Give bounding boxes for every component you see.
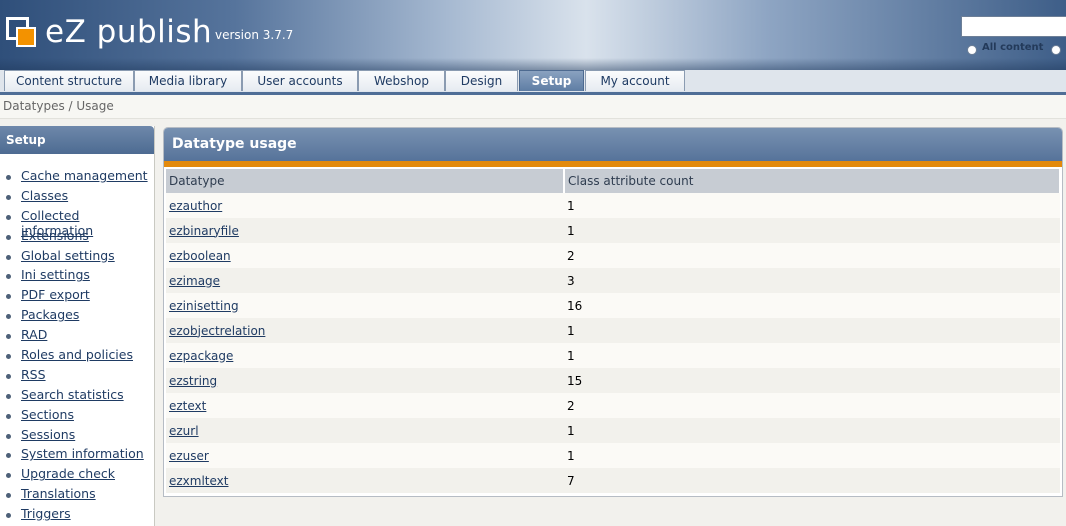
main-tabbar: Content structure Media library User acc… — [0, 70, 1066, 93]
menu-item: Collected information — [0, 208, 154, 238]
datatype-link[interactable]: ezinisetting — [169, 299, 239, 313]
datatype-link[interactable]: ezobjectrelation — [169, 324, 265, 338]
breadcrumb: Datatypes / Usage — [3, 99, 114, 113]
radio-current-location[interactable] — [1051, 45, 1061, 55]
menu-item: Search statistics — [0, 387, 154, 407]
logo-text[interactable]: eZ publish — [45, 14, 212, 50]
left-menu-title: Setup — [0, 126, 154, 154]
table-row: ezboolean 2 — [166, 243, 1060, 268]
panel-title: Datatype usage — [164, 128, 1062, 161]
menu-item: Classes — [0, 188, 154, 208]
menu-link-upgrade-check[interactable]: Upgrade check — [21, 466, 115, 481]
table-row: ezinisetting 16 — [166, 293, 1060, 318]
menu-link-translations[interactable]: Translations — [21, 486, 96, 501]
tab-setup[interactable]: Setup — [519, 70, 584, 91]
radio-all-content[interactable] — [967, 45, 977, 55]
datatype-link[interactable]: ezstring — [169, 374, 217, 388]
version-text: version 3.7.7 — [215, 28, 294, 42]
datatype-usage-table: Datatype Class attribute count ezauthor 1… — [166, 169, 1061, 493]
datatype-link[interactable]: ezpackage — [169, 349, 233, 363]
panel-accent-stripe — [164, 161, 1062, 167]
attribute-count: 1 — [564, 343, 1060, 368]
menu-link-packages[interactable]: Packages — [21, 307, 79, 322]
datatype-link[interactable]: ezxmltext — [169, 474, 229, 488]
datatype-link[interactable]: ezuser — [169, 449, 209, 463]
table-row: ezxmltext 7 — [166, 468, 1060, 493]
table-row: ezurl 1 — [166, 418, 1060, 443]
datatype-link[interactable]: eztext — [169, 399, 206, 413]
datatype-usage-panel: Datatype usage Datatype Class attribute … — [163, 127, 1063, 497]
attribute-count: 1 — [564, 443, 1060, 468]
menu-item: Sections — [0, 407, 154, 427]
tab-user-accounts[interactable]: User accounts — [242, 70, 358, 91]
attribute-count: 15 — [564, 368, 1060, 393]
datatype-link[interactable]: ezboolean — [169, 249, 231, 263]
menu-link-ini-settings[interactable]: Ini settings — [21, 267, 90, 282]
menu-link-sessions[interactable]: Sessions — [21, 427, 75, 442]
menu-item: Extensions — [0, 228, 154, 248]
menu-link-rad[interactable]: RAD — [21, 327, 47, 342]
attribute-count: 2 — [564, 393, 1060, 418]
menu-item: Roles and policies — [0, 347, 154, 367]
tab-media-library[interactable]: Media library — [134, 70, 242, 91]
table-row: ezauthor 1 — [166, 193, 1060, 218]
column-header-class-attribute-count: Class attribute count — [564, 169, 1061, 193]
datatype-link[interactable]: ezauthor — [169, 199, 222, 213]
menu-item: System information — [0, 446, 154, 466]
menu-link-triggers[interactable]: Triggers — [21, 506, 71, 521]
menu-link-global-settings[interactable]: Global settings — [21, 248, 115, 263]
menu-item: Cache management — [0, 168, 154, 188]
menu-link-extensions[interactable]: Extensions — [21, 228, 89, 243]
attribute-count: 16 — [564, 293, 1060, 318]
radio-all-content-label: All content — [982, 42, 1044, 53]
attribute-count: 1 — [564, 318, 1060, 343]
table-row: ezimage 3 — [166, 268, 1060, 293]
menu-link-rss[interactable]: RSS — [21, 367, 46, 382]
menu-link-pdf-export[interactable]: PDF export — [21, 287, 90, 302]
table-row: ezuser 1 — [166, 443, 1060, 468]
menu-item: Triggers — [0, 506, 154, 526]
datatype-link[interactable]: ezbinaryfile — [169, 224, 239, 238]
menu-link-system-information[interactable]: System information — [21, 446, 144, 461]
attribute-count: 1 — [564, 193, 1060, 218]
attribute-count: 1 — [564, 418, 1060, 443]
column-header-datatype: Datatype — [166, 169, 565, 193]
attribute-count: 2 — [564, 243, 1060, 268]
attribute-count: 3 — [564, 268, 1060, 293]
menu-item: Global settings — [0, 248, 154, 268]
menu-item: RAD — [0, 327, 154, 347]
menu-item: Sessions — [0, 427, 154, 447]
menu-link-roles-and-policies[interactable]: Roles and policies — [21, 347, 133, 362]
menu-link-classes[interactable]: Classes — [21, 188, 68, 203]
table-row: ezstring 15 — [166, 368, 1060, 393]
menu-item: PDF export — [0, 287, 154, 307]
menu-item: RSS — [0, 367, 154, 387]
search-input[interactable] — [961, 16, 1066, 37]
datatype-link[interactable]: ezurl — [169, 424, 199, 438]
table-row: ezbinaryfile 1 — [166, 218, 1060, 243]
table-row: ezobjectrelation 1 — [166, 318, 1060, 343]
tab-design[interactable]: Design — [445, 70, 518, 91]
table-row: ezpackage 1 — [166, 343, 1060, 368]
menu-link-cache-management[interactable]: Cache management — [21, 168, 148, 183]
header-banner: eZ publish version 3.7.7 All content — [0, 0, 1066, 70]
attribute-count: 1 — [564, 218, 1060, 243]
attribute-count: 7 — [564, 468, 1060, 493]
menu-item: Upgrade check — [0, 466, 154, 486]
datatype-link[interactable]: ezimage — [169, 274, 220, 288]
breadcrumb-bar: Datatypes / Usage — [0, 95, 1066, 119]
tab-content-structure[interactable]: Content structure — [4, 70, 134, 91]
left-menu-list: Cache management Classes Collected infor… — [0, 154, 154, 526]
menu-item: Ini settings — [0, 267, 154, 287]
ez-logo-icon[interactable] — [6, 17, 36, 47]
menu-item: Translations — [0, 486, 154, 506]
left-menu: Setup Cache management Classes Collected… — [0, 126, 155, 526]
menu-item: Packages — [0, 307, 154, 327]
menu-link-search-statistics[interactable]: Search statistics — [21, 387, 124, 402]
menu-link-sections[interactable]: Sections — [21, 407, 74, 422]
tab-webshop[interactable]: Webshop — [358, 70, 445, 91]
table-row: eztext 2 — [166, 393, 1060, 418]
tab-my-account[interactable]: My account — [585, 70, 685, 91]
